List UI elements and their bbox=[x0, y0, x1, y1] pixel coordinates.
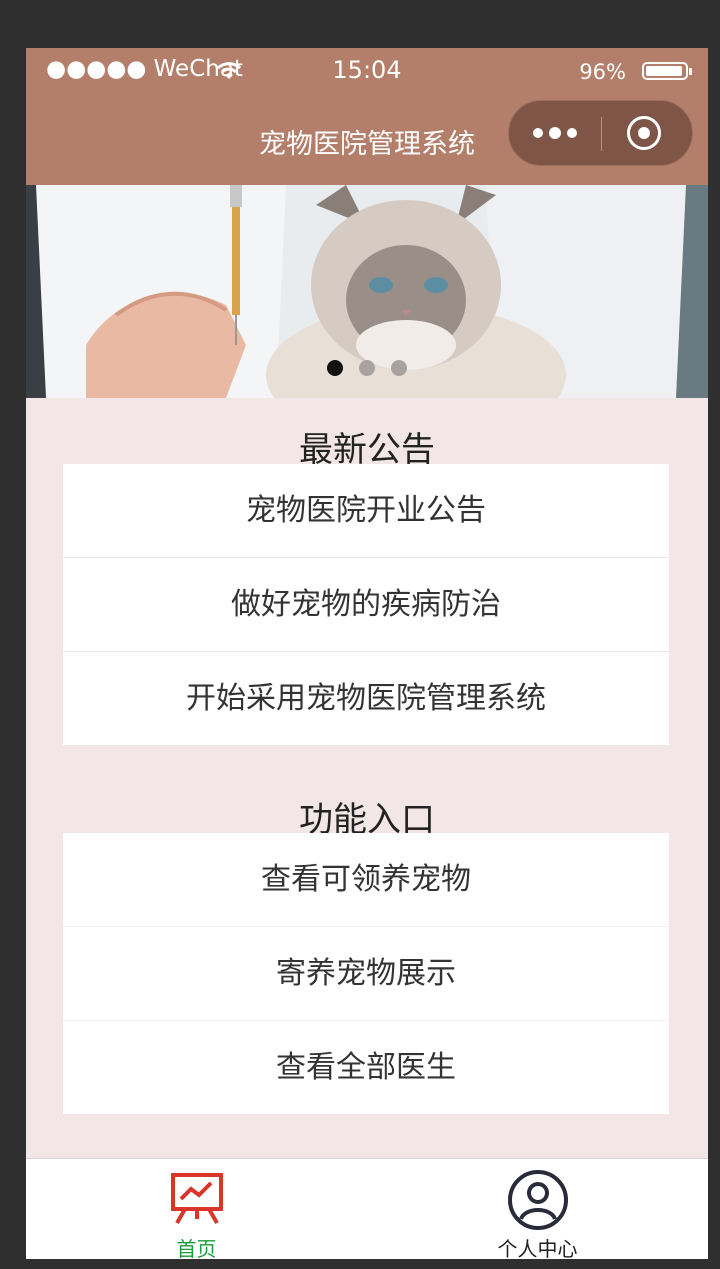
announcement-item[interactable]: 宠物医院开业公告 bbox=[63, 464, 669, 558]
functions-list: 查看可领养宠物 寄养宠物展示 查看全部医生 bbox=[63, 833, 669, 1114]
all-doctors-link[interactable]: 查看全部医生 bbox=[63, 1021, 669, 1114]
tab-home[interactable]: 首页 bbox=[26, 1159, 367, 1259]
close-miniprogram-icon[interactable] bbox=[627, 116, 661, 150]
carousel-dot[interactable] bbox=[359, 359, 375, 376]
carousel-dot[interactable] bbox=[327, 359, 343, 376]
banner-carousel[interactable] bbox=[26, 185, 708, 398]
presentation-chart-icon bbox=[170, 1173, 223, 1224]
more-icon[interactable] bbox=[531, 121, 581, 145]
tab-bar: 首页 个人中心 bbox=[26, 1158, 708, 1259]
announcements-list: 宠物医院开业公告 做好宠物的疾病防治 开始采用宠物医院管理系统 bbox=[63, 464, 669, 745]
user-circle-icon bbox=[507, 1170, 568, 1230]
capsule-divider bbox=[601, 117, 602, 151]
device-frame-bottom bbox=[0, 1259, 720, 1269]
carousel-indicators bbox=[26, 357, 708, 376]
status-bar: ●●●●● WeChat 15:04 96% bbox=[26, 48, 708, 92]
adoptable-pets-link[interactable]: 查看可领养宠物 bbox=[63, 833, 669, 927]
device-frame-top bbox=[0, 0, 720, 48]
battery-percent: 96% bbox=[579, 60, 626, 84]
carousel-dot[interactable] bbox=[391, 359, 407, 376]
battery-fill bbox=[646, 66, 682, 76]
battery-icon bbox=[642, 62, 692, 80]
boarding-pets-link[interactable]: 寄养宠物展示 bbox=[63, 927, 669, 1021]
nav-bar: 宠物医院管理系统 bbox=[26, 92, 708, 185]
announcement-item[interactable]: 开始采用宠物医院管理系统 bbox=[63, 652, 669, 745]
tab-profile-label: 个人中心 bbox=[497, 1237, 578, 1259]
miniprogram-capsule bbox=[508, 100, 693, 166]
tab-profile[interactable]: 个人中心 bbox=[367, 1159, 708, 1259]
phone-screen: ●●●●● WeChat 15:04 96% 宠物医院管理系统 最新公告 宠物医… bbox=[26, 48, 708, 1259]
announcement-item[interactable]: 做好宠物的疾病防治 bbox=[63, 558, 669, 652]
tab-home-label: 首页 bbox=[176, 1237, 217, 1259]
